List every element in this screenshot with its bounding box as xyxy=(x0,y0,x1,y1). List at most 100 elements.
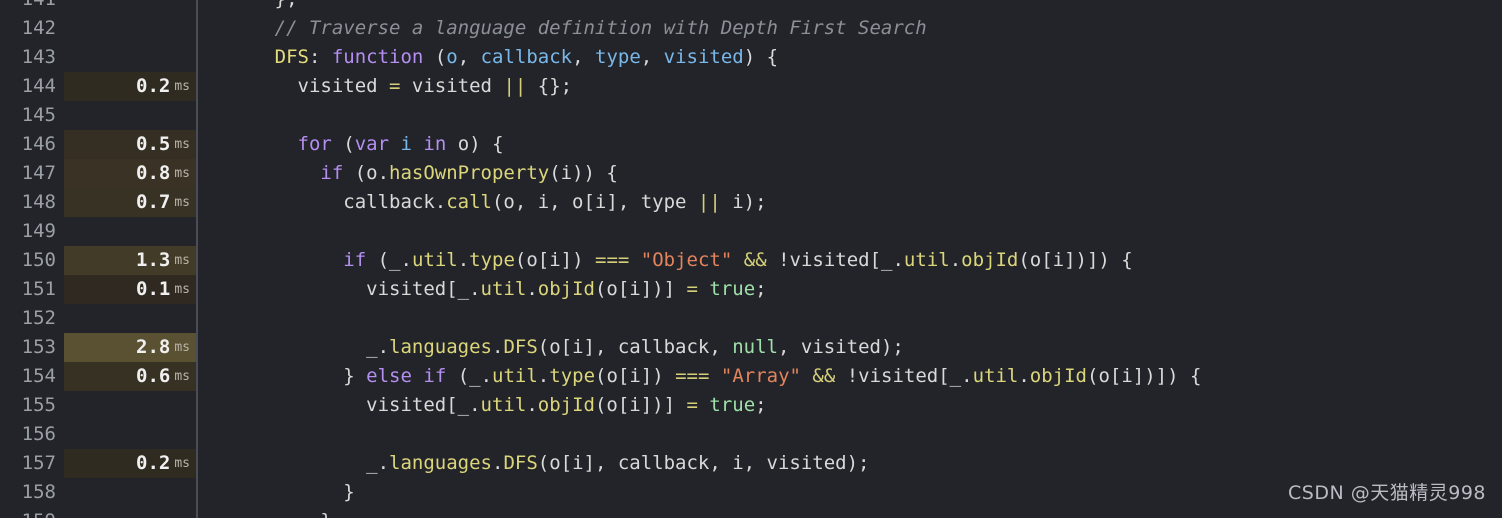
profiler-time-unit: ms xyxy=(174,253,190,268)
code-line-content[interactable]: } xyxy=(198,507,1502,518)
profiler-time-badge: 0.2 ms xyxy=(64,449,196,478)
code-token-plain: . xyxy=(949,249,962,271)
line-number: 153 xyxy=(21,336,56,358)
code-token-plain: (o[i])]) { xyxy=(1087,365,1202,387)
code-line[interactable]: 151 0.1 ms visited[_. util. objId (o[i])] = t… xyxy=(0,275,1502,304)
line-number: 156 xyxy=(21,423,56,445)
code-line-content[interactable]: } xyxy=(198,478,1502,507)
code-line[interactable]: 148 0.7 ms callback. call (o, i, o[i], type … xyxy=(0,188,1502,217)
code-line-content[interactable]: if (_. util. type (o[i]) === "Object" && !v… xyxy=(198,246,1502,275)
code-token-func: objId xyxy=(537,278,595,300)
code-token-keyword: function xyxy=(331,46,424,68)
code-token-plain: i); xyxy=(720,191,767,213)
profiler-time-badge: 0.2 ms xyxy=(64,72,196,101)
code-line-content[interactable]: _. languages. DFS (o[i], callback, i, visit… xyxy=(198,449,1502,478)
code-line[interactable]: 156 xyxy=(0,420,1502,449)
code-token-func: objId xyxy=(961,249,1019,271)
code-token-plain: (o, i, o[i], type xyxy=(491,191,698,213)
profiler-time-value: 0.6 xyxy=(136,365,171,387)
code-line-content[interactable]: visited = visited || {}; xyxy=(198,72,1502,101)
code-line[interactable]: 149 xyxy=(0,217,1502,246)
code-line[interactable]: 144 0.2 ms visited = visited || {}; xyxy=(0,72,1502,101)
code-line[interactable]: 155 visited[_. util. objId (o[i])] = true; xyxy=(0,391,1502,420)
profiler-time-badge xyxy=(64,391,196,420)
code-token-plain: (o[i]) xyxy=(595,365,676,387)
code-token-op: || xyxy=(697,191,721,213)
code-token-op: === xyxy=(595,249,630,271)
profiler-time-value: 0.8 xyxy=(136,162,171,184)
code-token-plain: ; xyxy=(755,394,767,416)
code-token-plain: _. xyxy=(206,452,390,474)
code-line[interactable]: 157 0.2 ms _. languages. DFS (o[i], callback,… xyxy=(0,449,1502,478)
code-token-plain: . xyxy=(457,249,470,271)
line-number: 143 xyxy=(21,46,56,68)
code-token-plain: . xyxy=(491,452,504,474)
profiler-time-badge xyxy=(64,420,196,449)
code-line[interactable]: 145 xyxy=(0,101,1502,130)
code-token-plain: visited[_. xyxy=(206,278,481,300)
code-token-func: languages xyxy=(389,336,492,358)
code-line[interactable]: 158 } xyxy=(0,478,1502,507)
code-line-content[interactable]: callback. call (o, i, o[i], type || i); xyxy=(198,188,1502,217)
gutter: 147 0.8 ms xyxy=(0,159,196,188)
code-line-content[interactable]: if (o. hasOwnProperty (i)) { xyxy=(198,159,1502,188)
code-line[interactable]: 152 xyxy=(0,304,1502,333)
code-line-content[interactable]: _. languages. DFS (o[i], callback, null, vi… xyxy=(198,333,1502,362)
code-line[interactable]: 153 2.8 ms _. languages. DFS (o[i], callback,… xyxy=(0,333,1502,362)
gutter: 153 2.8 ms xyxy=(0,333,196,362)
code-token-plain: !visited[_. xyxy=(835,365,973,387)
profiler-time-badge: 0.8 ms xyxy=(64,159,196,188)
code-line-content[interactable]: // Traverse a language definition with D… xyxy=(198,14,1502,43)
code-line-content[interactable]: visited[_. util. objId (o[i])] = true; xyxy=(198,391,1502,420)
code-line[interactable]: 154 0.6 ms } else if (_. util. type (o[i]) ==… xyxy=(0,362,1502,391)
line-number: 148 xyxy=(21,191,56,213)
code-token-plain: (o[i])]) { xyxy=(1018,249,1133,271)
line-number: 159 xyxy=(0,507,56,518)
code-token-plain: (o[i], callback, xyxy=(537,336,733,358)
profiler-time-badge: 0.6 ms xyxy=(64,362,196,391)
code-token-func: languages xyxy=(389,452,492,474)
code-token-punct: : xyxy=(308,46,332,68)
code-token-func: util xyxy=(480,278,527,300)
code-line-content[interactable] xyxy=(198,101,1502,130)
code-line-content[interactable]: DFS: function (o, callback, type, visite… xyxy=(198,43,1502,72)
code-token-comment: // Traverse a language definition with D… xyxy=(274,17,927,39)
line-number: 155 xyxy=(21,394,56,416)
code-line[interactable]: 141 }, xyxy=(0,0,1502,14)
code-line-content[interactable] xyxy=(198,420,1502,449)
gutter: 146 0.5 ms xyxy=(0,130,196,159)
gutter: 143 xyxy=(0,43,196,72)
code-line[interactable]: 159 } xyxy=(0,507,1502,518)
profiler-time-value: 2.8 xyxy=(136,336,171,358)
code-line[interactable]: 147 0.8 ms if (o. hasOwnProperty (i)) { xyxy=(0,159,1502,188)
code-line-content[interactable]: }, xyxy=(198,0,1502,14)
code-token-func: util xyxy=(492,365,538,387)
code-line-content[interactable]: } else if (_. util. type (o[i]) === "Array"… xyxy=(198,362,1502,391)
line-number: 150 xyxy=(21,249,56,271)
code-line[interactable]: 150 1.3 ms if (_. util. type (o[i]) === "Obje… xyxy=(0,246,1502,275)
code-line-list: 141 },142 // Traverse a language definit… xyxy=(0,0,1502,518)
profiler-time-badge: 0.7 ms xyxy=(64,188,196,217)
line-number: 157 xyxy=(21,452,56,474)
code-line[interactable]: 143 DFS: function (o, callback, type, vi… xyxy=(0,43,1502,72)
code-line[interactable]: 142 // Traverse a language definition wi… xyxy=(0,14,1502,43)
code-token-plain: visited xyxy=(400,75,504,97)
code-token-func: type xyxy=(469,249,515,271)
code-line-content[interactable]: for (var i in o) { xyxy=(198,130,1502,159)
profiler-time-badge xyxy=(64,304,196,333)
profiler-time-badge xyxy=(64,478,196,507)
code-token-plain: visited[_. xyxy=(206,394,481,416)
profiler-time-badge: 0.5 ms xyxy=(64,130,196,159)
code-token-plain: . xyxy=(526,278,538,300)
code-token-plain: (i)) { xyxy=(549,162,618,184)
code-token-punct: , xyxy=(640,46,664,68)
code-token-param: callback xyxy=(480,46,573,68)
code-line[interactable]: 146 0.5 ms for (var i in o) { xyxy=(0,130,1502,159)
code-token-plain: _. xyxy=(206,336,390,358)
code-line-content[interactable] xyxy=(198,217,1502,246)
line-number: 141 xyxy=(0,0,56,14)
code-line-content[interactable] xyxy=(198,304,1502,333)
code-line-content[interactable]: visited[_. util. objId (o[i])] = true; xyxy=(198,275,1502,304)
